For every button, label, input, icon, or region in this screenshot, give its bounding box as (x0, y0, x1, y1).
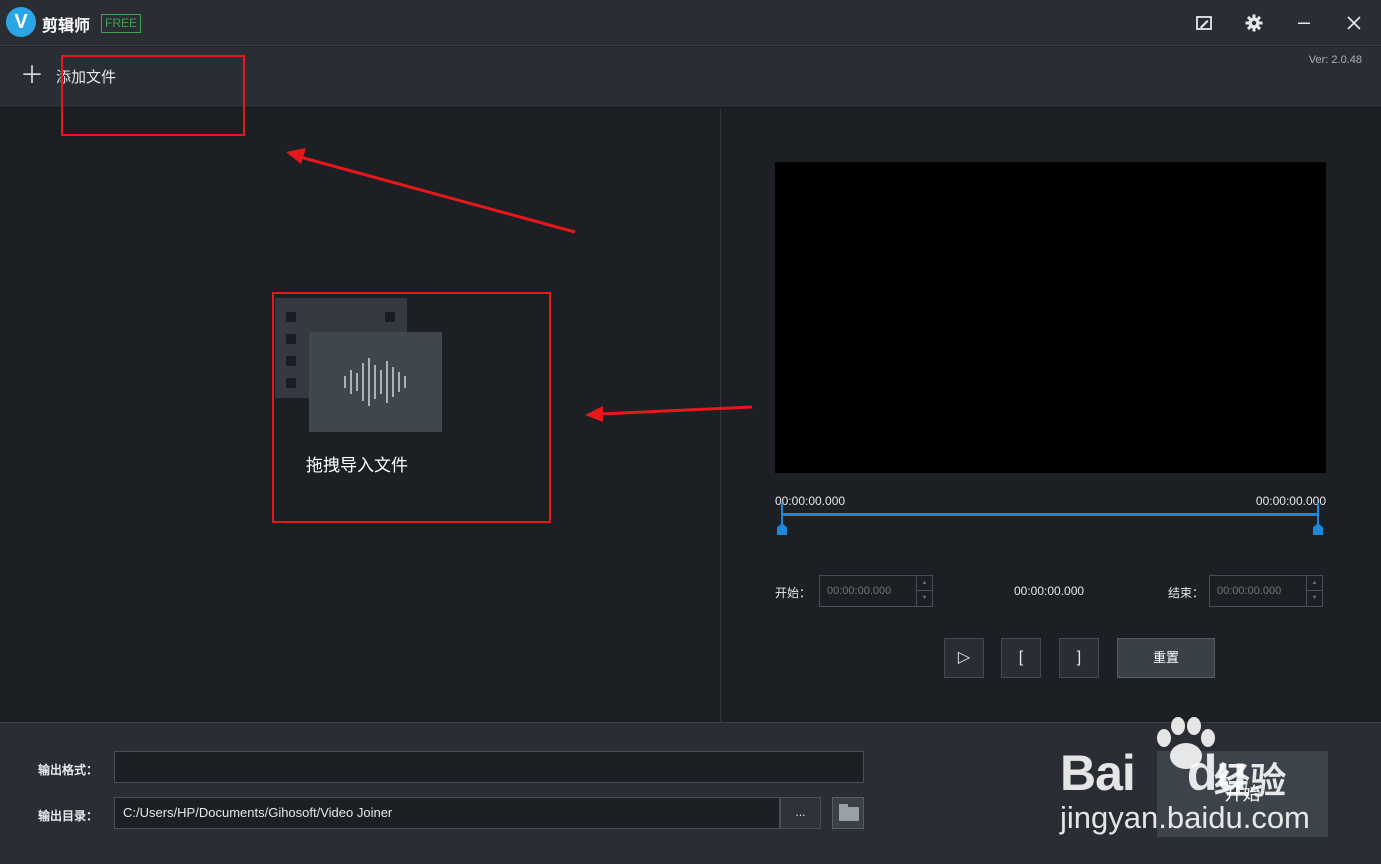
panel-divider (720, 109, 721, 722)
close-icon (1347, 16, 1361, 30)
watermark-url: jingyan.baidu.com (1060, 800, 1310, 835)
current-time: 00:00:00.000 (1014, 584, 1085, 598)
drop-zone[interactable] (272, 292, 551, 523)
close-button[interactable] (1341, 10, 1367, 36)
start-time-down-icon[interactable]: ▼ (917, 591, 932, 606)
edit-button[interactable] (1191, 10, 1217, 36)
output-format-label: 输出格式： (38, 763, 99, 777)
toolbar: ＋ 添加文件 Ver: 2.0.48 (0, 47, 1381, 108)
end-time-label: 结束： (1168, 586, 1205, 600)
play-button[interactable]: ▷ (944, 638, 984, 678)
end-time-input[interactable] (1210, 576, 1307, 606)
output-dir-field[interactable]: C:/Users/HP/Documents/Gihosoft/Video Joi… (114, 797, 780, 829)
start-time-label: 开始： (775, 586, 812, 600)
output-dir-label: 输出目录： (38, 809, 99, 823)
end-time-up-icon[interactable]: ▲ (1307, 576, 1322, 591)
minimize-button[interactable] (1291, 10, 1317, 36)
mark-in-button[interactable]: [ (1001, 638, 1041, 678)
reset-button[interactable]: 重置 (1117, 638, 1215, 678)
free-badge: FREE (101, 14, 142, 33)
start-time-up-icon[interactable]: ▲ (917, 576, 932, 591)
open-folder-button[interactable] (832, 797, 864, 829)
version-label: Ver: 2.0.48 (1308, 54, 1362, 66)
end-time-stepper[interactable]: ▲ ▼ (1209, 575, 1323, 607)
mark-out-button[interactable]: ] (1059, 638, 1099, 678)
gear-icon (1245, 14, 1263, 32)
plus-icon: ＋ (20, 62, 44, 89)
start-marker-handle[interactable] (777, 503, 787, 535)
watermark-service: 经验 (1214, 760, 1287, 801)
title-bar: V 剪辑师 FREE (0, 0, 1381, 46)
timeline-track[interactable] (782, 513, 1318, 516)
app-logo-icon: V (6, 7, 36, 37)
video-preview (775, 162, 1326, 473)
start-time-stepper[interactable]: ▲ ▼ (819, 575, 933, 607)
add-file-label: 添加文件 (56, 68, 117, 86)
start-time-input[interactable] (820, 576, 917, 606)
add-file-button[interactable]: ＋ 添加文件 (20, 62, 116, 90)
end-marker-handle[interactable] (1313, 503, 1323, 535)
app-title: 剪辑师 (42, 18, 91, 35)
settings-button[interactable] (1241, 10, 1267, 36)
browse-button[interactable]: ... (780, 797, 821, 829)
edit-icon (1196, 16, 1212, 30)
minimize-icon (1298, 22, 1310, 24)
output-format-select[interactable] (114, 751, 864, 783)
end-time-down-icon[interactable]: ▼ (1307, 591, 1322, 606)
